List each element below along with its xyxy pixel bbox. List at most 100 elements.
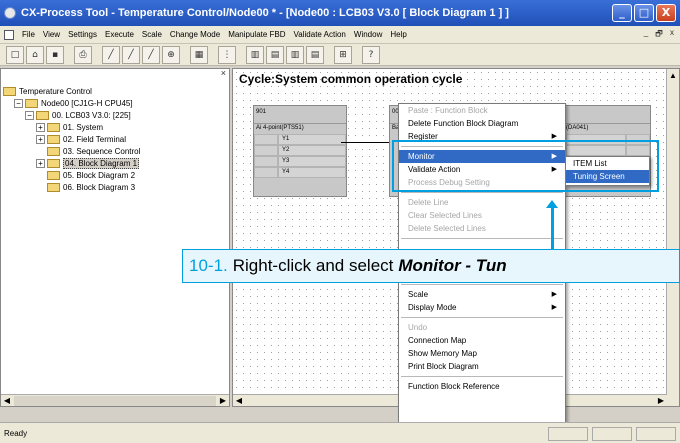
menu-separator [401,317,563,318]
tree-node-label: Node00 [CJ1G-H CPU45] [41,98,133,108]
tree-node[interactable]: 05. Block Diagram 2 [3,169,140,181]
expand-icon[interactable]: + [36,134,45,144]
menu-settings[interactable]: Settings [64,30,101,39]
tree-horizontal-scrollbar[interactable]: ◀ ▶ [1,394,229,406]
block-view-icon[interactable]: ▥ [246,45,264,64]
mdi-minimize-button[interactable]: _ [640,28,652,42]
context-menu-item[interactable]: Connection Map [399,334,565,347]
menu-item-label: Undo [408,323,428,332]
tree-node-label: 05. Block Diagram 2 [63,170,136,180]
menu-manipulate-fbd[interactable]: Manipulate FBD [224,30,289,39]
menu-separator [401,376,563,377]
menu-window[interactable]: Window [350,30,386,39]
folder-icon [47,158,60,168]
mdi-close-button[interactable]: x [666,28,678,42]
folder-icon [3,86,16,96]
close-icon[interactable]: × [221,68,226,78]
callout-highlight-box [392,140,659,192]
menu-item-label: Clear Selected Lines [408,211,482,220]
window-controls: _ □ X [612,4,676,22]
tree-node[interactable]: +01. System [3,121,140,133]
maximize-button[interactable]: □ [634,4,654,22]
context-menu-item[interactable]: Print Block Diagram [399,360,565,373]
port-y3[interactable]: Y3 [278,156,346,167]
instruction-callout: 10-1. Right-click and select Monitor - T… [182,249,680,283]
grid-icon[interactable]: ▦ [190,45,208,64]
block-view-icon[interactable]: ▤ [306,45,324,64]
menu-execute[interactable]: Execute [101,30,138,39]
scroll-thumb[interactable] [14,395,216,406]
scroll-left-icon[interactable]: ◀ [1,395,13,407]
context-menu-item[interactable]: Display Mode ▶ [399,301,565,314]
tree-node[interactable]: +04. Block Diagram 1 [3,157,140,169]
draw-line-icon[interactable]: ╱ [102,45,120,64]
close-button[interactable]: X [656,4,676,22]
connect-icon[interactable]: ⋮ [218,45,236,64]
context-menu-item: Undo [399,321,565,334]
collapse-icon[interactable]: − [25,110,34,120]
mdi-restore-button[interactable]: 🗗 [653,28,665,42]
toolbar: □ ⌂ ▪ ⎙ ╱ ╱ ╱ ⊕ ▦ ⋮ ▥ ▤ ▥ ▤ ⊞ ? [0,44,680,66]
document-icon[interactable] [4,29,14,40]
port-y2[interactable]: Y2 [278,145,346,156]
title-bar: CX-Process Tool - Temperature Control/No… [0,0,680,26]
tree-node[interactable]: 06. Block Diagram 3 [3,181,140,193]
callout-pointer-line [551,208,554,249]
menu-help[interactable]: Help [386,30,410,39]
tree-node[interactable]: − Node00 [CJ1G-H CPU45] [3,97,140,109]
block-name: (DA041) [566,125,589,131]
submenu-arrow-icon: ▶ [551,304,557,311]
menu-validate-action[interactable]: Validate Action [290,30,350,39]
folder-icon [47,182,60,192]
expand-icon[interactable]: + [36,158,45,168]
context-menu-item: Clear Selected Lines [399,209,565,222]
connection-line[interactable] [341,142,389,143]
context-menu-item[interactable]: Delete Function Block Diagram [399,117,565,130]
project-tree-pane: × Temperature Control − Node00 [CJ1G-H CPU… [0,68,230,407]
print-preview-icon[interactable]: ⎙ [74,45,92,64]
callout-emphasis: Monitor - Tun [398,256,507,275]
scroll-left-icon[interactable]: ◀ [233,395,245,407]
context-menu-item[interactable]: Scale ▶ [399,288,565,301]
scroll-up-icon[interactable]: ▲ [667,69,679,82]
help-icon[interactable]: ? [362,45,380,64]
scroll-right-icon[interactable]: ▶ [217,395,229,407]
diagram-vertical-scrollbar[interactable]: ▲ [666,69,679,406]
expand-icon[interactable]: + [36,122,45,132]
callout-text: Right-click and select [232,256,394,275]
open-folder-icon[interactable]: ⌂ [26,45,44,64]
new-file-icon[interactable]: □ [6,45,24,64]
app-icon [4,7,16,19]
tree-node-label: 02. Field Terminal [63,134,126,144]
table-icon[interactable]: ⊞ [334,45,352,64]
tree-node[interactable]: − 00. LCB03 V3.0: [225] [3,109,140,121]
menu-change-mode[interactable]: Change Mode [166,30,224,39]
draw-line-icon[interactable]: ╱ [142,45,160,64]
tree-node[interactable]: +02. Field Terminal [3,133,140,145]
function-block-ai4[interactable]: 901 Ai 4-point(PTS51) Y1 Y2 Y3 Y4 [253,105,347,197]
scroll-right-icon[interactable]: ▶ [655,395,667,407]
port-y4[interactable]: Y4 [278,167,346,178]
menu-view[interactable]: View [39,30,64,39]
tree-node[interactable]: Temperature Control [3,85,140,97]
folder-icon [47,134,60,144]
callout-step-number: 10-1. [189,256,228,275]
tree-node[interactable]: 03. Sequence Control [3,145,140,157]
menu-scale[interactable]: Scale [138,30,166,39]
function-block-icon[interactable]: ⊕ [162,45,180,64]
context-menu-item[interactable]: Show Memory Map [399,347,565,360]
collapse-icon[interactable]: − [14,98,23,108]
port-y1[interactable]: Y1 [278,134,346,145]
save-icon[interactable]: ▪ [46,45,64,64]
context-menu-item[interactable]: Function Block Reference [399,380,565,393]
block-view-icon[interactable]: ▤ [266,45,284,64]
minimize-button[interactable]: _ [612,4,632,22]
status-bar: Ready [0,422,680,443]
menu-item-label: Show Memory Map [408,349,477,358]
menu-file[interactable]: File [18,30,39,39]
context-menu-item: Paste : Function Block [399,104,565,117]
cycle-title: Cycle:System common operation cycle [239,72,463,86]
status-panel [592,427,632,441]
draw-line-icon[interactable]: ╱ [122,45,140,64]
block-view-icon[interactable]: ▥ [286,45,304,64]
